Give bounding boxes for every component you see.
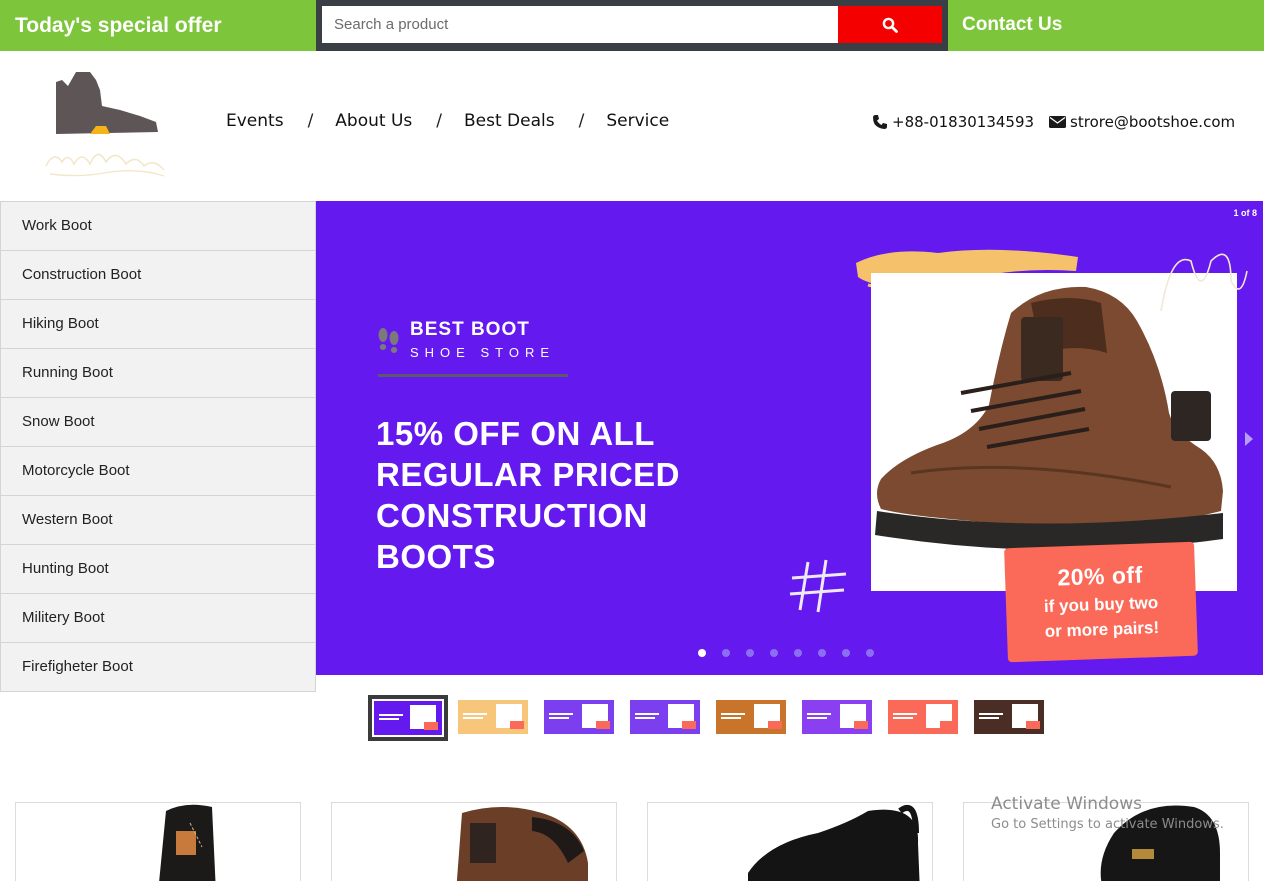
product-card[interactable] (15, 802, 301, 881)
slide-dot[interactable] (746, 649, 754, 657)
email-address[interactable]: strore@bootshoe.com (1070, 113, 1235, 131)
nav-separator: / (578, 111, 585, 131)
special-offer-link[interactable]: Today's special offer (0, 0, 316, 51)
slide-dot[interactable] (722, 649, 730, 657)
windows-activation-watermark: Activate Windows Go to Settings to activ… (991, 794, 1224, 832)
slide-thumbnail[interactable] (630, 700, 700, 734)
nav-separator: / (436, 111, 442, 131)
email-block: strore@bootshoe.com (1049, 113, 1235, 131)
slide-thumbnail[interactable] (458, 700, 528, 734)
watermark-subtitle: Go to Settings to activate Windows. (991, 817, 1224, 832)
slide-dot[interactable] (698, 649, 706, 657)
category-construction-boot[interactable]: Construction Boot (1, 251, 315, 300)
category-firefighter-boot[interactable]: Firefigheter Boot (1, 643, 315, 692)
slide-dot[interactable] (866, 649, 874, 657)
envelope-icon (1049, 116, 1067, 128)
headline-line: BOOTS (376, 538, 496, 575)
promo-line: if you buy two (1043, 593, 1159, 616)
headline-line: CONSTRUCTION (376, 497, 648, 534)
hashtag-decoration (789, 559, 847, 613)
top-bar: Today's special offer Contact Us (0, 0, 1264, 51)
product-card[interactable] (647, 802, 933, 881)
promo-badge: 20% off if you buy two or more pairs! (1004, 541, 1198, 663)
main-nav: Events / About Us / Best Deals / Service (226, 108, 669, 134)
brand-underline (378, 374, 568, 377)
slide-thumbnail[interactable] (544, 700, 614, 734)
nav-separator: / (307, 111, 314, 131)
category-running-boot[interactable]: Running Boot (1, 349, 315, 398)
nav-best-deals[interactable]: Best Deals (464, 111, 555, 131)
watermark-title: Activate Windows (991, 794, 1142, 814)
headline-line: 15% OFF ON ALL (376, 415, 655, 452)
phone-number[interactable]: +88-01830134593 (892, 113, 1034, 131)
category-motorcycle-boot[interactable]: Motorcycle Boot (1, 447, 315, 496)
search-input[interactable] (322, 6, 838, 43)
slide-dot[interactable] (770, 649, 778, 657)
category-hiking-boot[interactable]: Hiking Boot (1, 300, 315, 349)
nav-events[interactable]: Events (226, 111, 284, 131)
slide-thumbnails (368, 695, 1068, 741)
slide-thumbnail[interactable] (888, 700, 958, 734)
product-image (748, 804, 920, 881)
product-image (456, 807, 588, 881)
footprints-icon (378, 328, 399, 353)
headline-line: REGULAR PRICED (376, 456, 681, 493)
phone-icon (873, 115, 887, 129)
slide-thumbnail[interactable] (974, 700, 1044, 734)
search-bar (316, 0, 948, 51)
slide-counter: 1 of 8 (1233, 208, 1257, 218)
search-button[interactable] (838, 6, 942, 43)
product-image (159, 804, 216, 881)
category-sidebar: Work Boot Construction Boot Hiking Boot … (0, 201, 316, 692)
slide-thumbnail[interactable] (716, 700, 786, 734)
category-western-boot[interactable]: Western Boot (1, 496, 315, 545)
nav-service[interactable]: Service (606, 111, 669, 131)
search-icon (882, 17, 898, 33)
slide-dots (698, 649, 890, 657)
product-card[interactable] (331, 802, 617, 881)
slide-thumbnail[interactable] (368, 695, 448, 741)
slide-dot[interactable] (794, 649, 802, 657)
scribble-decoration (1160, 253, 1248, 312)
site-logo[interactable] (40, 66, 170, 184)
contact-info: +88-01830134593 strore@bootshoe.com (872, 113, 1235, 131)
slide-headline: 15% OFF ON ALL REGULAR PRICED CONSTRUCTI… (376, 413, 736, 577)
slide-dot[interactable] (818, 649, 826, 657)
hero-slider[interactable]: 1 of 8 BEST BOOT SHOE STORE 15% OFF ON A… (316, 201, 1263, 675)
category-snow-boot[interactable]: Snow Boot (1, 398, 315, 447)
slide-dot[interactable] (842, 649, 850, 657)
promo-line: or more pairs! (1044, 617, 1160, 641)
brand-title: BEST BOOT (410, 319, 530, 340)
nav-about-us[interactable]: About Us (335, 111, 412, 131)
category-military-boot[interactable]: Militery Boot (1, 594, 315, 643)
category-hunting-boot[interactable]: Hunting Boot (1, 545, 315, 594)
category-work-boot[interactable]: Work Boot (1, 202, 315, 251)
slide-thumbnail[interactable] (802, 700, 872, 734)
brand-subtitle: SHOE STORE (410, 345, 556, 360)
boot-logo-icon (45, 72, 165, 177)
promo-headline: 20% off (1057, 561, 1144, 591)
contact-us-link[interactable]: Contact Us (948, 0, 1264, 51)
next-slide-arrow-icon[interactable] (1243, 431, 1255, 447)
